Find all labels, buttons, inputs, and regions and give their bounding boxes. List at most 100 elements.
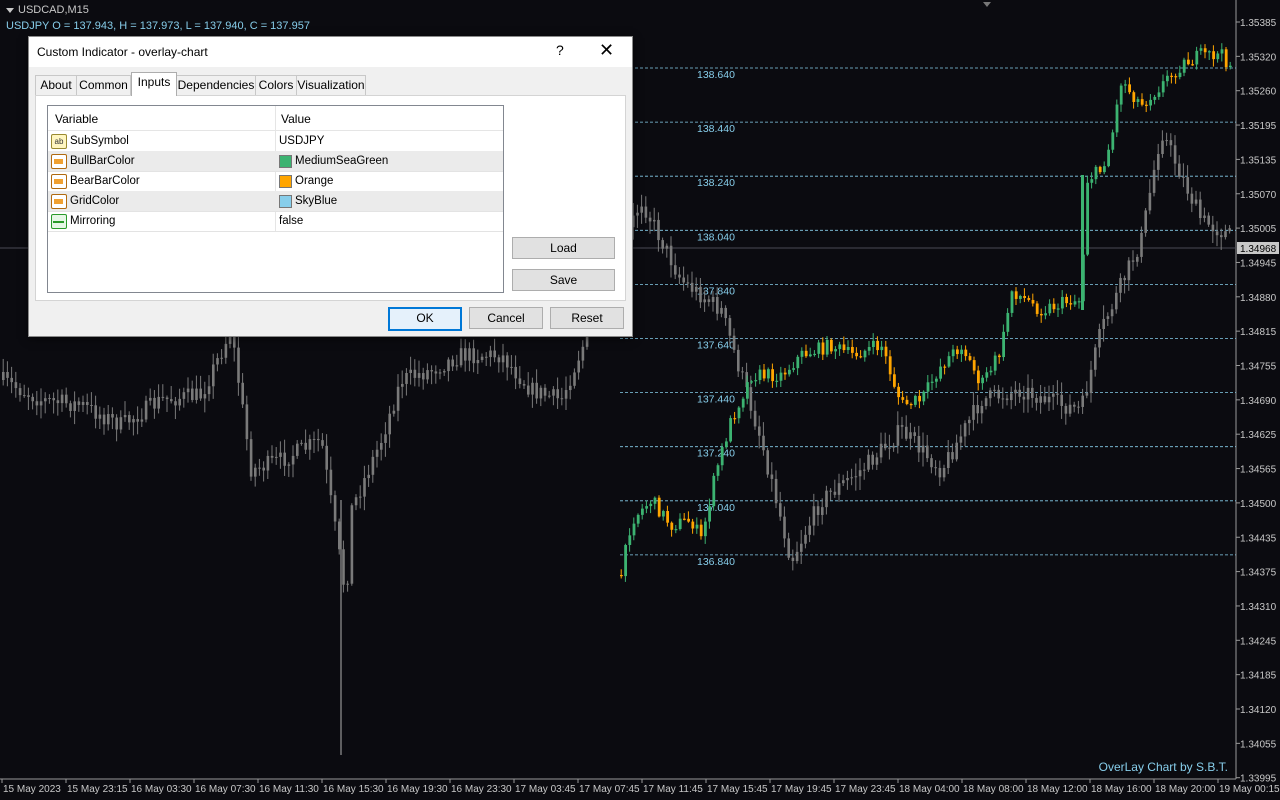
tab-about[interactable]: About — [35, 75, 77, 95]
time-tick-label: 16 May 03:30 — [131, 784, 192, 795]
input-value[interactable]: MediumSeaGreen — [295, 155, 388, 167]
main-candle-body — [56, 400, 60, 404]
main-candle-body — [963, 423, 967, 437]
input-name: SubSymbol — [70, 135, 129, 147]
bear-candle-body — [1170, 75, 1173, 77]
main-candle-body — [774, 478, 778, 504]
chart-symbol-label: USDCAD,M15 — [6, 4, 89, 16]
close-icon[interactable]: ✕ — [599, 40, 614, 61]
bear-candle-body — [909, 403, 913, 406]
reset-button[interactable]: Reset — [550, 307, 624, 329]
value-column-header[interactable]: Value — [281, 112, 311, 126]
main-candle-body — [262, 467, 265, 471]
main-candle-body — [703, 299, 706, 303]
bear-candle-body — [977, 370, 980, 384]
tab-colors[interactable]: Colors — [255, 75, 297, 95]
main-candle-body — [291, 455, 295, 465]
dialog-titlebar[interactable]: Custom Indicator - overlay-chart ? ✕ — [29, 37, 632, 67]
main-candle-body — [938, 467, 942, 478]
inputs-panel: Variable Value ab SubSymbol USDJPY BullB… — [35, 95, 626, 301]
bear-candle-body — [670, 522, 674, 530]
overlay-grid-label: 137.440 — [697, 394, 735, 406]
variable-column-header[interactable]: Variable — [55, 112, 98, 126]
tab-inputs[interactable]: Inputs — [131, 72, 177, 96]
input-value[interactable]: false — [279, 215, 303, 227]
bull-candle-body — [1077, 301, 1081, 303]
main-candle-body — [123, 415, 127, 418]
main-candle-body — [438, 372, 442, 374]
input-value[interactable]: USDJPY — [279, 135, 324, 147]
color-icon — [51, 154, 67, 169]
main-candle-body — [1018, 389, 1021, 397]
main-candle-body — [144, 400, 148, 420]
main-candle-body — [405, 372, 408, 384]
input-value[interactable]: SkyBlue — [295, 195, 337, 207]
help-button[interactable]: ? — [556, 42, 564, 58]
main-candle-body — [384, 434, 387, 443]
input-name: BearBarColor — [70, 175, 140, 187]
main-candle-body — [182, 392, 186, 399]
main-candle-body — [132, 419, 135, 423]
main-candle-body — [556, 389, 559, 399]
time-tick-label: 16 May 11:30 — [259, 784, 319, 795]
main-candle-body — [23, 395, 26, 397]
main-candle-body — [997, 389, 1000, 399]
main-candle-body — [514, 366, 517, 379]
main-candle-body — [758, 426, 761, 436]
ok-button[interactable]: OK — [388, 307, 462, 331]
main-candle-body — [833, 491, 837, 495]
input-row-gridcolor[interactable]: GridColor SkyBlue — [48, 191, 503, 212]
bull-candle-body — [767, 369, 770, 379]
main-candle-body — [1182, 176, 1185, 178]
input-value[interactable]: Orange — [295, 175, 333, 187]
input-row-bearbarcolor[interactable]: BearBarColor Orange — [48, 171, 503, 192]
main-candle-body — [413, 369, 417, 378]
input-row-bullbarcolor[interactable]: BullBarColor MediumSeaGreen — [48, 151, 503, 172]
save-button[interactable]: Save — [512, 269, 615, 291]
collapse-triangle-icon[interactable] — [6, 7, 14, 13]
bear-candle-body — [1035, 303, 1039, 314]
tab-visualization[interactable]: Visualization — [296, 75, 366, 95]
inputs-grid: Variable Value ab SubSymbol USDJPY BullB… — [47, 105, 504, 293]
main-candle-body — [917, 435, 921, 453]
main-candle-body — [136, 419, 139, 422]
main-candle-body — [237, 347, 240, 383]
time-tick-label: 19 May 00:15 — [1219, 784, 1280, 795]
main-candle-body — [535, 382, 538, 399]
bear-candle-body — [666, 511, 669, 523]
main-candle-body — [753, 410, 757, 427]
cancel-button[interactable]: Cancel — [469, 307, 543, 329]
main-candle-body — [762, 435, 765, 451]
bull-candle-body — [653, 497, 657, 504]
main-candle-body — [119, 417, 123, 430]
main-candle-body — [388, 413, 391, 435]
bull-candle-body — [1229, 65, 1232, 68]
bull-candle-body — [1048, 303, 1052, 314]
main-candle-body — [741, 371, 744, 373]
bull-candle-body — [716, 465, 720, 476]
input-row-mirroring[interactable]: Mirroring false — [48, 211, 503, 232]
bear-candle-body — [1203, 48, 1207, 53]
main-candle-body — [829, 490, 832, 492]
input-row-subsymbol[interactable]: ab SubSymbol USDJPY — [48, 131, 503, 152]
bear-candle-body — [998, 355, 1001, 358]
main-candle-body — [300, 442, 303, 444]
bull-candle-body — [737, 407, 741, 419]
load-button[interactable]: Load — [512, 237, 615, 259]
time-tick-label: 17 May 11:45 — [643, 784, 703, 795]
bull-candle-body — [813, 353, 816, 356]
bear-candle-body — [1132, 92, 1136, 102]
bear-candle-body — [859, 356, 863, 358]
price-tick-label: 1.34120 — [1240, 705, 1277, 716]
main-candle-body — [980, 405, 984, 414]
bull-candle-body — [809, 354, 812, 357]
tab-dependencies[interactable]: Dependencies — [176, 75, 256, 95]
tab-common[interactable]: Common — [76, 75, 131, 95]
price-tick-label: 1.34375 — [1240, 568, 1277, 579]
bear-candle-body — [821, 342, 825, 355]
bull-candle-body — [914, 395, 917, 405]
main-candle-body — [711, 296, 715, 302]
main-candle-body — [1068, 404, 1072, 414]
time-tick-label: 18 May 08:00 — [963, 784, 1024, 795]
main-candle-body — [1127, 260, 1131, 281]
